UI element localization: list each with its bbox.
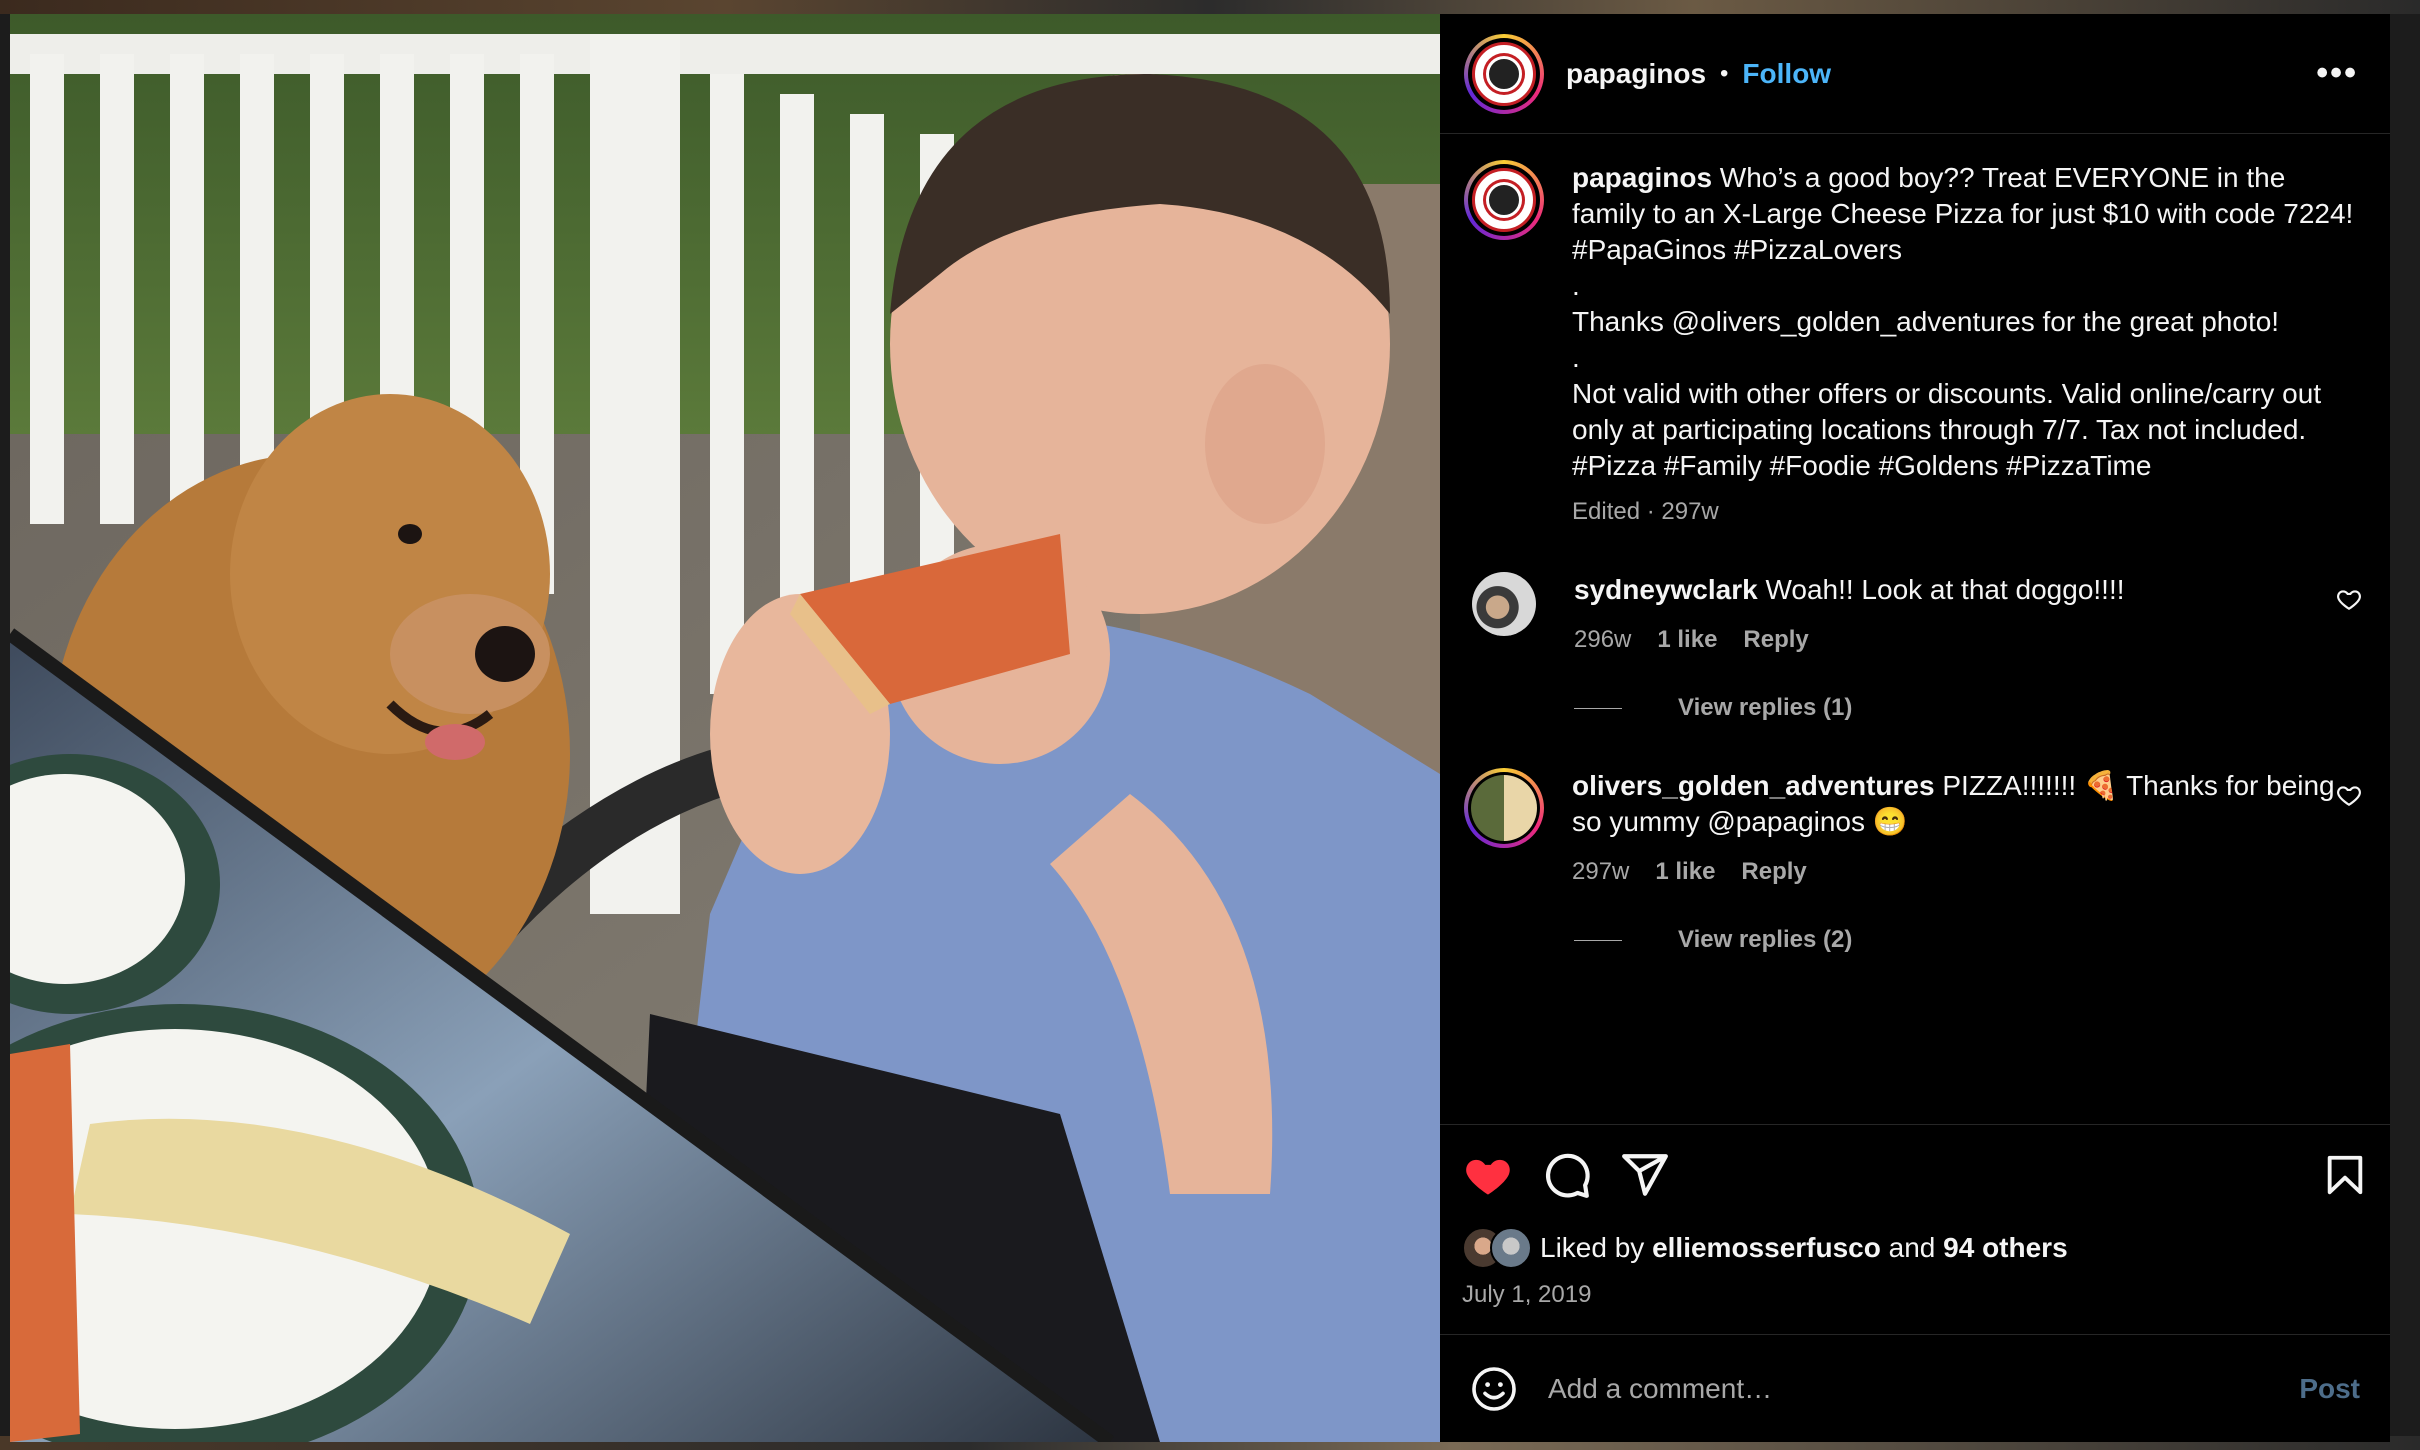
liked-by-prefix: Liked by (1540, 1232, 1645, 1263)
bookmark-icon[interactable] (2322, 1151, 2368, 1199)
view-replies-button[interactable]: View replies (1) (1574, 694, 2366, 722)
liked-by-and: and (1888, 1232, 1936, 1263)
liked-by-user[interactable]: elliemosserfusco (1652, 1232, 1881, 1264)
commenter-avatar[interactable] (1472, 572, 1536, 636)
comment-text: sydneywclark Woah!! Look at that doggo!!… (1574, 572, 2366, 608)
view-replies-label: View replies (1) (1678, 694, 1853, 721)
more-icon[interactable]: ••• (2306, 54, 2368, 93)
comments-scroll-area[interactable]: papaginos Who’s a good boy?? Treat EVERY… (1440, 134, 2390, 1124)
view-replies-label: View replies (2) (1678, 926, 1853, 953)
replies-line (1574, 707, 1622, 709)
reply-button[interactable]: Reply (1743, 626, 1808, 654)
post-date[interactable]: July 1, 2019 (1462, 1281, 2368, 1309)
comment-likes[interactable]: 1 like (1657, 626, 1717, 654)
comment-input[interactable]: Add a comment… (1548, 1373, 2299, 1405)
add-comment-bar: Add a comment… Post (1440, 1334, 2390, 1442)
caption-text: papaginos Who’s a good boy?? Treat EVERY… (1572, 160, 2366, 484)
comment-time: 297w (1572, 858, 1630, 885)
comment-heart-icon[interactable] (2336, 586, 2362, 612)
comment-time: 296w (1574, 626, 1632, 653)
post-side-panel: papaginos • Follow ••• papaginos Who’s a… (1440, 14, 2390, 1442)
post-photo[interactable] (10, 14, 1440, 1442)
comment-body: Woah!! Look at that doggo!!!! (1765, 574, 2125, 605)
photo-illustration (10, 14, 1440, 1442)
caption-meta: Edited · 297w (1572, 498, 1719, 525)
comment-icon[interactable] (1542, 1150, 1592, 1200)
reply-button[interactable]: Reply (1741, 858, 1806, 886)
papaginos-logo (1472, 41, 1536, 106)
action-icons (1462, 1149, 2368, 1201)
separator-dot: • (1720, 59, 1729, 87)
heart-icon[interactable] (1462, 1149, 1514, 1201)
share-icon[interactable] (1620, 1150, 1670, 1200)
caption: papaginos Who’s a good boy?? Treat EVERY… (1464, 160, 2366, 526)
comment-likes[interactable]: 1 like (1655, 858, 1715, 886)
post-actions: Liked by elliemosserfusco and 94 others … (1440, 1124, 2390, 1334)
liker-avatars (1462, 1227, 1532, 1269)
comment-item: sydneywclark Woah!! Look at that doggo!!… (1464, 572, 2366, 654)
follow-button[interactable]: Follow (1742, 58, 1831, 90)
background-strip-top (0, 0, 2420, 14)
comment-item: olivers_golden_adventures PIZZA!!!!!!! 🍕… (1464, 768, 2366, 886)
caption-body: Who’s a good boy?? Treat EVERYONE in the… (1572, 162, 2354, 481)
comment-meta: 297w 1 like Reply (1572, 858, 2366, 886)
caption-author-avatar[interactable] (1464, 160, 1544, 240)
papaginos-logo (1472, 168, 1536, 232)
golden-dog-avatar (1471, 775, 1537, 841)
comment-meta: 296w 1 like Reply (1574, 626, 2366, 654)
replies-line (1574, 939, 1622, 941)
commenter-username[interactable]: olivers_golden_adventures (1572, 770, 1935, 801)
liker-avatar (1490, 1227, 1532, 1269)
author-username[interactable]: papaginos (1566, 58, 1706, 90)
caption-username[interactable]: papaginos (1572, 162, 1712, 193)
author-avatar[interactable] (1464, 33, 1544, 114)
commenter-avatar[interactable] (1464, 768, 1544, 848)
view-replies-button[interactable]: View replies (2) (1574, 926, 2366, 954)
post-button[interactable]: Post (2299, 1373, 2360, 1405)
liked-by-others[interactable]: 94 others (1943, 1232, 2068, 1264)
commenter-username[interactable]: sydneywclark (1574, 574, 1758, 605)
post-header: papaginos • Follow ••• (1440, 14, 2390, 134)
post-modal: papaginos • Follow ••• papaginos Who’s a… (10, 14, 2390, 1442)
comment-text: olivers_golden_adventures PIZZA!!!!!!! 🍕… (1572, 768, 2366, 840)
comment-heart-icon[interactable] (2336, 782, 2362, 808)
liked-by[interactable]: Liked by elliemosserfusco and 94 others (1462, 1227, 2368, 1269)
emoji-icon[interactable] (1470, 1365, 1518, 1413)
